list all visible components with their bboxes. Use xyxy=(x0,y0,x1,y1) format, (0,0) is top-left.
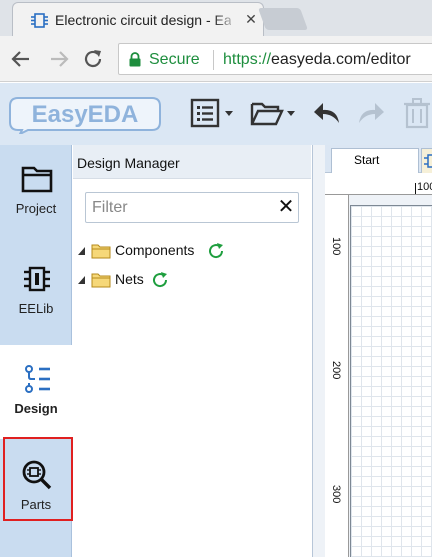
url-text: https://easyeda.com/editor xyxy=(223,51,411,69)
schematic-canvas[interactable] xyxy=(350,205,432,557)
list-menu-icon[interactable] xyxy=(190,97,236,129)
tab-eelib-label: EELib xyxy=(18,301,54,316)
browser-tab[interactable]: Electronic circuit design - EasyEDA ✕ xyxy=(12,2,264,36)
filter-box: ✕ xyxy=(85,192,299,223)
tab-title-fade xyxy=(213,7,239,31)
design-manager-header: Design Manager xyxy=(73,145,311,179)
forward-arrow-icon[interactable] xyxy=(46,46,72,72)
filter-input[interactable] xyxy=(92,197,272,218)
chip-icon xyxy=(24,266,50,292)
folder-icon xyxy=(91,273,111,288)
tab-start[interactable]: Start xyxy=(331,148,419,173)
ruler-label: 100 xyxy=(330,237,342,256)
ruler-vertical: 100 200 300 xyxy=(325,195,349,557)
design-manager-title: Design Manager xyxy=(77,155,180,171)
browser-tab-strip: Electronic circuit design - EasyEDA ✕ xyxy=(0,0,432,36)
folder-icon xyxy=(91,244,111,259)
lock-icon xyxy=(129,52,141,67)
design-manager-panel: Design Manager ✕ Components Nets xyxy=(73,145,311,557)
ruler-label: 300 xyxy=(330,485,342,504)
tree-node-components[interactable]: Components xyxy=(77,240,297,262)
expand-triangle-icon[interactable] xyxy=(77,246,87,256)
tab-schematic[interactable] xyxy=(421,148,432,173)
ruler-label: 100 xyxy=(417,181,432,193)
refresh-icon[interactable] xyxy=(207,242,225,260)
refresh-icon[interactable] xyxy=(151,271,169,289)
ruler-horizontal: 100 xyxy=(325,173,432,195)
tab-start-label: Start xyxy=(354,153,380,167)
address-separator xyxy=(213,50,214,70)
reload-icon[interactable] xyxy=(80,46,106,72)
tab-project[interactable]: Project xyxy=(0,145,72,239)
tab-eelib[interactable]: EELib xyxy=(0,245,72,339)
undo-icon[interactable] xyxy=(312,97,342,129)
easyeda-logo: EasyEDA xyxy=(9,97,161,134)
design-tree-icon xyxy=(25,365,50,393)
clear-filter-icon[interactable]: ✕ xyxy=(276,197,296,217)
address-bar[interactable]: Secure https://easyeda.com/editor xyxy=(118,43,432,75)
tab-design-label: Design xyxy=(14,401,58,416)
open-folder-icon[interactable] xyxy=(250,97,298,129)
canvas-area: Start 100 100 200 300 xyxy=(312,145,432,557)
ruler-label: 200 xyxy=(330,361,342,380)
schematic-icon xyxy=(424,154,432,168)
tab-design[interactable]: Design xyxy=(0,345,73,439)
logo-text: EasyEDA xyxy=(32,101,139,128)
tab-project-label: Project xyxy=(15,201,57,216)
secure-label: Secure xyxy=(149,51,200,68)
folder-icon xyxy=(21,166,53,193)
redo-icon[interactable] xyxy=(356,97,386,129)
parts-highlight-box xyxy=(3,437,73,521)
easyeda-favicon-icon xyxy=(31,13,48,28)
new-tab-button[interactable] xyxy=(257,8,309,30)
tree-node-nets[interactable]: Nets xyxy=(77,269,297,291)
document-tab-bar: Start xyxy=(325,145,432,173)
url-scheme: https:// xyxy=(223,51,272,68)
browser-toolbar: Secure https://easyeda.com/editor xyxy=(0,36,432,82)
back-arrow-icon[interactable] xyxy=(8,46,34,72)
app-toolbar: EasyEDA xyxy=(0,83,432,145)
ruler-tick xyxy=(415,183,416,194)
close-icon[interactable]: ✕ xyxy=(242,10,260,28)
browser-tab-title: Electronic circuit design - EasyEDA xyxy=(55,12,231,28)
tree-label-components: Components xyxy=(115,242,195,258)
expand-triangle-icon[interactable] xyxy=(77,275,87,285)
url-host-path: easyeda.com/editor xyxy=(271,51,411,68)
tree-label-nets: Nets xyxy=(115,271,144,287)
trash-icon[interactable] xyxy=(402,97,432,129)
